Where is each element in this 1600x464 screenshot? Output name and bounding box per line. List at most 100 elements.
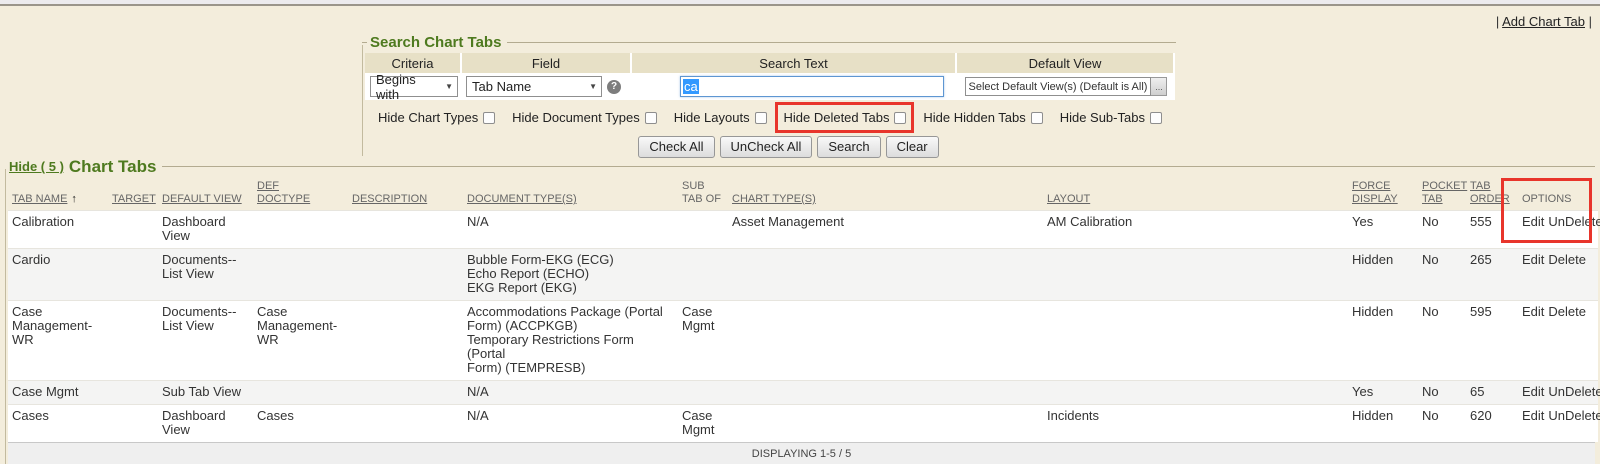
- legend-line: [162, 166, 1595, 167]
- cell-pocket-tab: No: [1418, 405, 1466, 443]
- cell-default-view: Sub Tab View: [158, 381, 253, 405]
- undelete-link[interactable]: UnDelete: [1548, 214, 1600, 229]
- column-header-layout[interactable]: LAYOUT: [1047, 193, 1090, 205]
- column-header-target[interactable]: TARGET: [112, 193, 156, 205]
- checkbox-hide-layouts[interactable]: Hide Layouts: [674, 110, 767, 125]
- edit-link[interactable]: Edit: [1522, 408, 1544, 423]
- undelete-link[interactable]: UnDelete: [1548, 384, 1600, 399]
- checkbox-box[interactable]: [1031, 112, 1043, 124]
- column-header-default-view: Default View: [957, 53, 1175, 73]
- cell-tab-name: Case Mgmt: [8, 381, 108, 405]
- criteria-select[interactable]: Begins with ▼: [370, 76, 458, 97]
- cell-layout: AM Calibration: [1043, 211, 1348, 249]
- checkbox-hide-hidden-tabs[interactable]: Hide Hidden Tabs: [923, 110, 1042, 125]
- checkbox-hide-document-types[interactable]: Hide Document Types: [512, 110, 657, 125]
- table-header-row: TAB NAME↑ TARGET DEFAULT VIEW DEF DOCTYP…: [8, 177, 1598, 211]
- cell-tab-order: 265: [1466, 249, 1518, 301]
- paging-footer: DISPLAYING 1-5 / 5: [8, 442, 1595, 464]
- checkbox-hide-sub-tabs[interactable]: Hide Sub-Tabs: [1060, 110, 1162, 125]
- cell-description: [348, 381, 463, 405]
- cell-layout: [1043, 249, 1348, 301]
- legend-line: [507, 42, 1176, 43]
- cell-default-view: Dashboard View: [158, 405, 253, 443]
- default-view-picker[interactable]: Select Default View(s) (Default is All): [965, 77, 1152, 96]
- legend-line: [362, 42, 367, 43]
- delete-link[interactable]: Delete: [1548, 304, 1586, 319]
- cell-layout: [1043, 381, 1348, 405]
- cell-target: [108, 405, 158, 443]
- column-header-document-types[interactable]: DOCUMENT TYPE(S): [467, 193, 577, 205]
- cell-force-display: Hidden: [1348, 301, 1418, 381]
- checkbox-label: Hide Deleted Tabs: [783, 110, 889, 125]
- column-header-default-view[interactable]: DEFAULT VIEW: [162, 193, 242, 205]
- cell-options: Edit Delete: [1518, 249, 1598, 301]
- add-chart-tab-link[interactable]: Add Chart Tab: [1502, 14, 1585, 29]
- column-header-description[interactable]: DESCRIPTION: [352, 193, 427, 205]
- column-header-pocket-tab[interactable]: POCKET TAB: [1422, 180, 1467, 205]
- checkbox-box[interactable]: [483, 112, 495, 124]
- column-header-def-doctype[interactable]: DEF DOCTYPE: [257, 180, 310, 205]
- cell-tab-name: Cardio: [8, 249, 108, 301]
- chart-tabs-legend-row: Hide ( 5 ) Chart Tabs: [5, 157, 1595, 176]
- help-icon[interactable]: ?: [607, 80, 621, 94]
- cell-tab-name: Case Management- WR: [8, 301, 108, 381]
- checkbox-box[interactable]: [645, 112, 657, 124]
- separator: |: [1496, 14, 1499, 29]
- check-all-button[interactable]: Check All: [638, 136, 714, 158]
- clear-button[interactable]: Clear: [886, 136, 939, 158]
- search-input-value: ca: [683, 79, 699, 94]
- checkbox-box[interactable]: [1150, 112, 1162, 124]
- uncheck-all-button[interactable]: UnCheck All: [720, 136, 813, 158]
- cell-force-display: Yes: [1348, 381, 1418, 405]
- checkbox-label: Hide Document Types: [512, 110, 640, 125]
- checkbox-box[interactable]: [755, 112, 767, 124]
- chevron-down-icon: ▼: [589, 82, 597, 91]
- search-button[interactable]: Search: [817, 136, 880, 158]
- default-view-browse-button[interactable]: ...: [1151, 77, 1167, 96]
- search-buttons-row: Check All UnCheck All Search Clear: [401, 136, 1176, 158]
- edit-link[interactable]: Edit: [1522, 384, 1544, 399]
- cell-default-view: Dashboard View: [158, 211, 253, 249]
- column-header-chart-types[interactable]: CHART TYPE(S): [732, 193, 816, 205]
- chart-tabs-panel: Hide ( 5 ) Chart Tabs TAB NAME↑ TARGET D…: [5, 157, 1595, 464]
- checkbox-box[interactable]: [894, 112, 906, 124]
- cell-description: [348, 249, 463, 301]
- cell-layout: [1043, 301, 1348, 381]
- cell-force-display: Yes: [1348, 211, 1418, 249]
- column-header-force-display[interactable]: FORCE DISPLAY: [1352, 180, 1398, 205]
- cell-def-doctype: Case Management-WR: [253, 301, 348, 381]
- chart-tabs-body: CalibrationDashboard ViewN/AAsset Manage…: [8, 211, 1598, 443]
- chart-tabs-title: Chart Tabs: [69, 157, 157, 176]
- search-input[interactable]: ca: [680, 76, 944, 97]
- cell-sub-tab-of: [678, 249, 728, 301]
- cell-chart-types: Asset Management: [728, 211, 1043, 249]
- table-row: Case Management- WRDocuments-- List View…: [8, 301, 1598, 381]
- cell-document-types: Accommodations Package (Portal Form) (AC…: [463, 301, 678, 381]
- delete-link[interactable]: Delete: [1548, 252, 1586, 267]
- cell-options: Edit Delete: [1518, 301, 1598, 381]
- table-row: CardioDocuments-- List ViewBubble Form-E…: [8, 249, 1598, 301]
- cell-options: Edit UnDelete: [1518, 381, 1598, 405]
- hide-results-link[interactable]: Hide ( 5 ): [9, 159, 64, 174]
- column-header-options: OPTIONS: [1522, 193, 1572, 205]
- column-header-tab-name[interactable]: TAB NAME: [12, 193, 67, 205]
- cell-tab-order: 620: [1466, 405, 1518, 443]
- cell-options: Edit UnDelete: [1518, 211, 1598, 249]
- checkbox-hide-chart-types[interactable]: Hide Chart Types: [378, 110, 495, 125]
- checkbox-label: Hide Layouts: [674, 110, 750, 125]
- cell-options: Edit UnDelete: [1518, 405, 1598, 443]
- field-select[interactable]: Tab Name ▼: [466, 76, 602, 97]
- checkbox-hide-deleted-tabs[interactable]: Hide Deleted Tabs: [783, 110, 906, 125]
- checkbox-label: Hide Chart Types: [378, 110, 478, 125]
- cell-tab-order: 595: [1466, 301, 1518, 381]
- edit-link[interactable]: Edit: [1522, 304, 1544, 319]
- cell-description: [348, 301, 463, 381]
- cell-default-view: Documents-- List View: [158, 249, 253, 301]
- criteria-cell: Begins with ▼: [365, 73, 462, 100]
- column-header-tab-order[interactable]: TAB ORDER: [1470, 180, 1510, 205]
- edit-link[interactable]: Edit: [1522, 252, 1544, 267]
- top-chrome-strip: [0, 0, 1600, 6]
- undelete-link[interactable]: UnDelete: [1548, 408, 1600, 423]
- edit-link[interactable]: Edit: [1522, 214, 1544, 229]
- search-text-cell: ca: [632, 73, 957, 100]
